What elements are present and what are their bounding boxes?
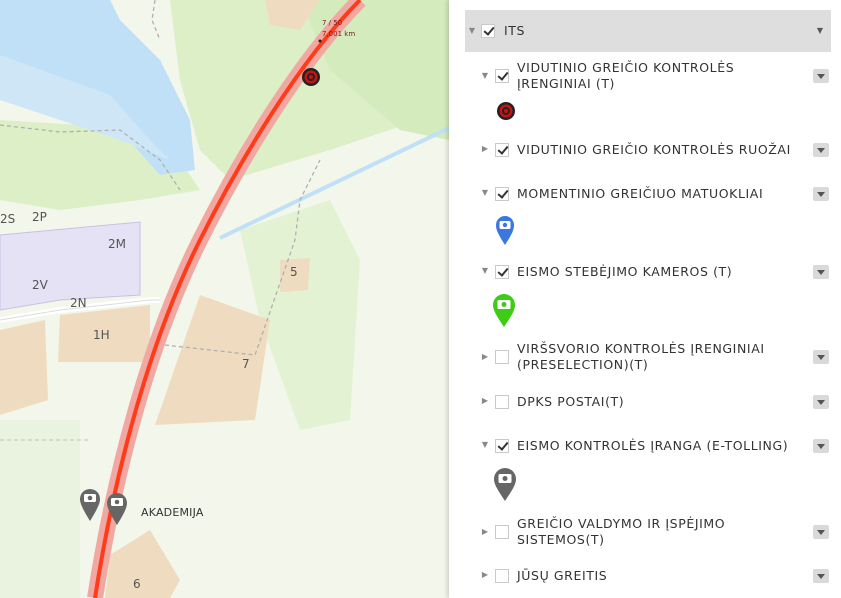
map-label-2s: 2S: [0, 212, 16, 226]
map-label-6: 6: [133, 577, 141, 591]
map-label-7: 7: [242, 357, 250, 371]
green-camera-pin-icon: [493, 294, 515, 327]
its-group-header[interactable]: ▼ ITS ▼: [465, 10, 831, 52]
layer-checkbox[interactable]: [495, 569, 509, 583]
expand-arrow-icon[interactable]: ▶: [480, 144, 490, 154]
layer-label: EISMO STEBĖJIMO KAMEROS (T): [517, 264, 733, 279]
layer-checkbox[interactable]: [495, 350, 509, 364]
layer-checkbox[interactable]: [495, 187, 509, 201]
building: [0, 320, 48, 415]
layer-label: VIDUTINIO GREIČIO KONTROLĖS RUOŽAI: [517, 142, 791, 157]
layer-checkbox[interactable]: [495, 439, 509, 453]
layer-checkbox[interactable]: [495, 265, 509, 279]
expand-arrow-icon[interactable]: ▶: [480, 396, 490, 406]
speed-control-marker[interactable]: [302, 68, 320, 86]
layer-checkbox[interactable]: [495, 525, 509, 539]
measure-label: 7 / 50: [322, 19, 343, 27]
layer-label: JŪSŲ GREITIS: [517, 568, 608, 583]
layer-menu-button[interactable]: [813, 525, 829, 539]
layer-label: VIRŠSVORIO KONTROLĖS ĮRENGINIAI (PRESELE…: [517, 341, 765, 372]
layer-menu-button[interactable]: [813, 265, 829, 279]
its-checkbox[interactable]: [481, 24, 495, 38]
map-label-2v: 2V: [32, 278, 48, 292]
layer-label: GREIČIO VALDYMO IR ĮSPĖJIMO SISTEMOS(T): [517, 516, 726, 547]
blue-camera-pin-icon: [496, 216, 514, 245]
expand-arrow-icon[interactable]: ▼: [480, 440, 490, 450]
map-view[interactable]: 2S 2P 2M 2V 2N 1H 5 7 6 AKADEMIJA 7 / 50…: [0, 0, 449, 598]
place-label-akademija: AKADEMIJA: [141, 506, 204, 519]
expand-arrow-icon[interactable]: ▶: [480, 570, 490, 580]
layer-checkbox[interactable]: [495, 69, 509, 83]
map-label-2p: 2P: [32, 210, 47, 224]
map-label-2m: 2M: [108, 237, 126, 251]
map-label-1h: 1H: [93, 328, 110, 342]
layer-menu-button[interactable]: [813, 439, 829, 453]
chevron-down-icon[interactable]: ▼: [815, 26, 825, 36]
layer-menu-button[interactable]: [813, 187, 829, 201]
layer-checkbox[interactable]: [495, 143, 509, 157]
layer-menu-button[interactable]: [813, 350, 829, 364]
layer-label: DPKS POSTAI(T): [517, 394, 625, 409]
layer-label: MOMENTINIO GREIČIUO MATUOKLIAI: [517, 186, 764, 201]
its-label: ITS: [504, 23, 526, 38]
layer-label: VIDUTINIO GREIČIO KONTROLĖS ĮRENGINIAI (…: [517, 60, 735, 91]
map-label-5: 5: [290, 265, 298, 279]
layer-menu-button[interactable]: [813, 69, 829, 83]
layer-menu-button[interactable]: [813, 395, 829, 409]
measure-point: [318, 39, 322, 43]
map-canvas: [0, 0, 449, 598]
expand-arrow-icon[interactable]: ▼: [480, 188, 490, 198]
expand-arrow-icon[interactable]: ▼: [480, 266, 490, 276]
building: [105, 530, 180, 598]
layer-menu-button[interactable]: [813, 143, 829, 157]
layer-checkbox[interactable]: [495, 395, 509, 409]
layer-panel: ▼ ITS ▼ ▼ VIDUTINIO GREIČIO KONTROLĖS ĮR…: [449, 0, 841, 598]
footpath: [151, 0, 161, 41]
expand-arrow-icon[interactable]: ▶: [480, 352, 490, 362]
expand-arrow-icon[interactable]: ▶: [480, 527, 490, 537]
layer-label: EISMO KONTROLĖS ĮRANGA (E-TOLLING): [517, 438, 789, 453]
expand-arrow-icon[interactable]: ▼: [480, 71, 490, 81]
camera-pin-marker[interactable]: [80, 489, 100, 521]
map-label-2n: 2N: [70, 296, 87, 310]
layer-menu-button[interactable]: [813, 569, 829, 583]
measure-distance-label: 7,001 km: [322, 30, 356, 38]
collapse-arrow-icon[interactable]: ▼: [467, 26, 477, 36]
average-speed-target-icon: [497, 102, 515, 120]
grass-area: [0, 420, 80, 598]
grey-camera-pin-icon: [494, 468, 516, 501]
